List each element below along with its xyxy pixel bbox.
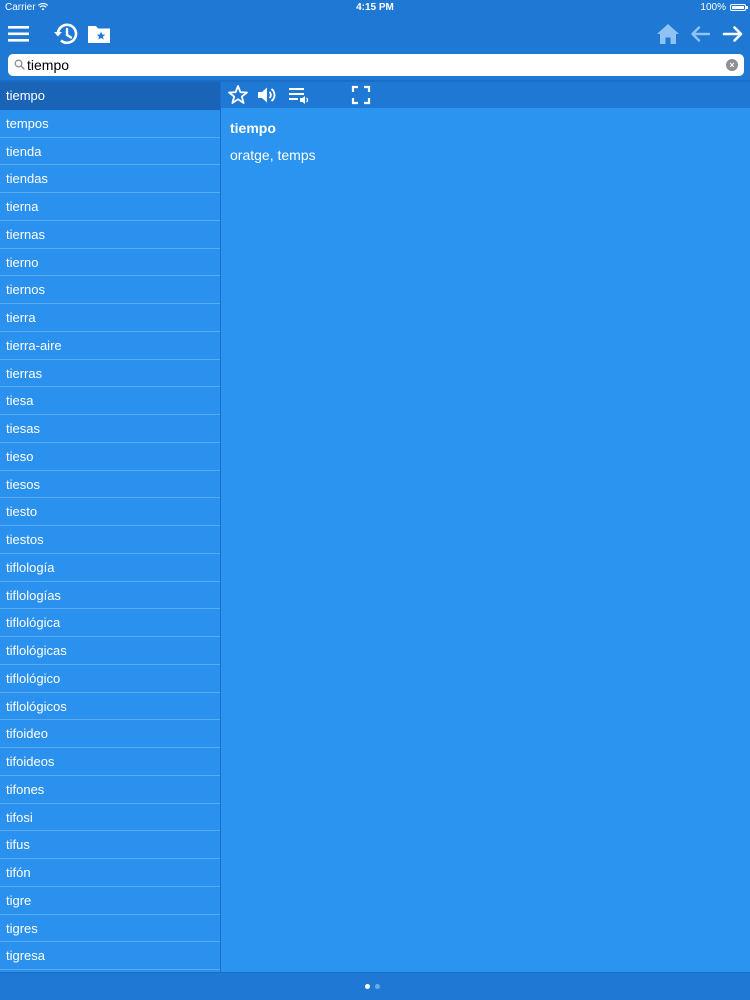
- word-list-item[interactable]: tierras: [0, 360, 220, 388]
- word-list[interactable]: tiempo tempos tienda tiendas tierna tiernas ti…: [0, 82, 221, 972]
- word-list-item[interactable]: tiernos: [0, 276, 220, 304]
- word-list-item[interactable]: tifus: [0, 831, 220, 859]
- word-list-item[interactable]: tienda: [0, 138, 220, 166]
- status-bar: Carrier 4:15 PM 100%: [0, 0, 750, 16]
- word-list-item[interactable]: tiendas: [0, 165, 220, 193]
- word-list-item[interactable]: tempos: [0, 110, 220, 138]
- word-list-item[interactable]: tierra: [0, 304, 220, 332]
- word-list-item[interactable]: tifoideos: [0, 748, 220, 776]
- fullscreen-icon[interactable]: [350, 84, 372, 106]
- word-list-item[interactable]: tierna: [0, 193, 220, 221]
- speaker-icon[interactable]: [256, 84, 278, 106]
- word-list-item[interactable]: tiflológico: [0, 665, 220, 693]
- word-list-item[interactable]: tieso: [0, 443, 220, 471]
- clock: 4:15 PM: [356, 2, 394, 13]
- battery-percent: 100%: [700, 2, 726, 13]
- page-indicator[interactable]: [365, 984, 385, 990]
- forward-arrow-icon[interactable]: [719, 20, 747, 48]
- word-list-item[interactable]: tiernas: [0, 221, 220, 249]
- word-list-item[interactable]: tiflológicas: [0, 637, 220, 665]
- word-list-item[interactable]: tifón: [0, 859, 220, 887]
- battery-icon: [730, 4, 748, 11]
- entry-toolbar: [221, 82, 750, 108]
- clear-search-icon[interactable]: ×: [726, 59, 738, 71]
- playlist-audio-icon[interactable]: [288, 84, 310, 106]
- word-list-item[interactable]: tiesa: [0, 387, 220, 415]
- word-list-item[interactable]: tiflología: [0, 554, 220, 582]
- word-list-item[interactable]: tifoideo: [0, 720, 220, 748]
- word-list-item[interactable]: tiesto: [0, 498, 220, 526]
- main-toolbar: [0, 16, 750, 52]
- search-input[interactable]: [27, 55, 717, 75]
- word-list-item[interactable]: tiesos: [0, 471, 220, 499]
- word-list-item[interactable]: tierno: [0, 249, 220, 277]
- entry-headword: tiempo: [230, 120, 276, 136]
- home-icon[interactable]: [654, 20, 682, 48]
- word-list-item[interactable]: tigres: [0, 915, 220, 943]
- word-list-item[interactable]: tiflologías: [0, 582, 220, 610]
- word-list-item[interactable]: tiestos: [0, 526, 220, 554]
- word-list-item[interactable]: tigre: [0, 887, 220, 915]
- favorites-folder-icon[interactable]: [85, 20, 113, 48]
- star-icon[interactable]: [227, 84, 249, 106]
- word-list-item[interactable]: tiesas: [0, 415, 220, 443]
- word-list-item[interactable]: tifones: [0, 776, 220, 804]
- search-icon: [14, 59, 25, 70]
- entry-pane: tiempo oratge, temps: [221, 108, 750, 972]
- page-dot[interactable]: [375, 984, 380, 989]
- word-list-item[interactable]: tiempo: [0, 82, 220, 110]
- search-bar: ×: [0, 52, 750, 80]
- menu-icon[interactable]: [5, 20, 33, 48]
- page-dot[interactable]: [365, 984, 370, 989]
- word-list-item[interactable]: tierra-aire: [0, 332, 220, 360]
- back-arrow-icon[interactable]: [687, 20, 715, 48]
- word-list-item[interactable]: tiflológicos: [0, 693, 220, 721]
- word-list-item[interactable]: tiflológica: [0, 609, 220, 637]
- word-list-item[interactable]: tigresa: [0, 942, 220, 970]
- history-icon[interactable]: [52, 20, 80, 48]
- bottom-bar: [0, 972, 750, 1000]
- app-window: Carrier 4:15 PM 100% tiempo × tiempo tem…: [0, 0, 750, 1000]
- search-field[interactable]: ×: [8, 54, 744, 76]
- word-list-item[interactable]: tifosi: [0, 804, 220, 832]
- entry-translation: oratge, temps: [230, 147, 316, 163]
